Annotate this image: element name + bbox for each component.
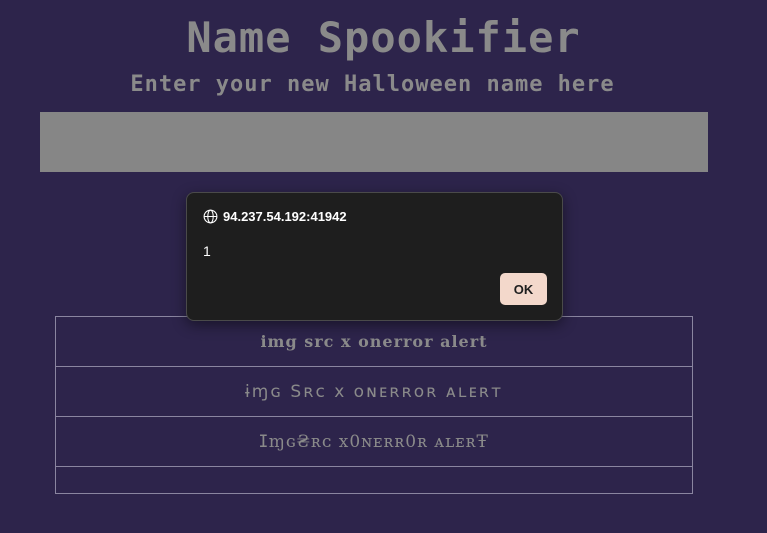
dialog-origin: 94.237.54.192:41942 — [203, 209, 347, 224]
results-table: img src x onerror alert ɨɱɢ Sʀᴄ x ᴏɴᴇʀʀᴏ… — [55, 316, 693, 494]
result-cell — [55, 466, 693, 494]
alert-dialog: 94.237.54.192:41942 1 OK — [186, 192, 563, 321]
page-title: Name Spookifier — [186, 13, 581, 62]
page-subtitle: Enter your new Halloween name here — [130, 72, 615, 97]
ok-button[interactable]: OK — [500, 273, 547, 305]
result-cell: ⵊɱɢ₴ʀᴄ x0ɴᴇʀʀ0ʀ ᴀʟᴇʀŦ — [55, 416, 693, 467]
result-cell: img src x onerror alert — [55, 316, 693, 367]
table-row: ɨɱɢ Sʀᴄ x ᴏɴᴇʀʀᴏʀ ᴀʟᴇʀᴛ — [55, 366, 693, 417]
name-input[interactable] — [40, 112, 708, 172]
globe-icon — [203, 209, 218, 224]
dialog-origin-text: 94.237.54.192:41942 — [223, 209, 347, 224]
result-cell: ɨɱɢ Sʀᴄ x ᴏɴᴇʀʀᴏʀ ᴀʟᴇʀᴛ — [55, 366, 693, 417]
table-row: img src x onerror alert — [55, 316, 693, 367]
table-row — [55, 466, 693, 494]
dialog-message: 1 — [203, 243, 211, 259]
table-row: ⵊɱɢ₴ʀᴄ x0ɴᴇʀʀ0ʀ ᴀʟᴇʀŦ — [55, 416, 693, 467]
